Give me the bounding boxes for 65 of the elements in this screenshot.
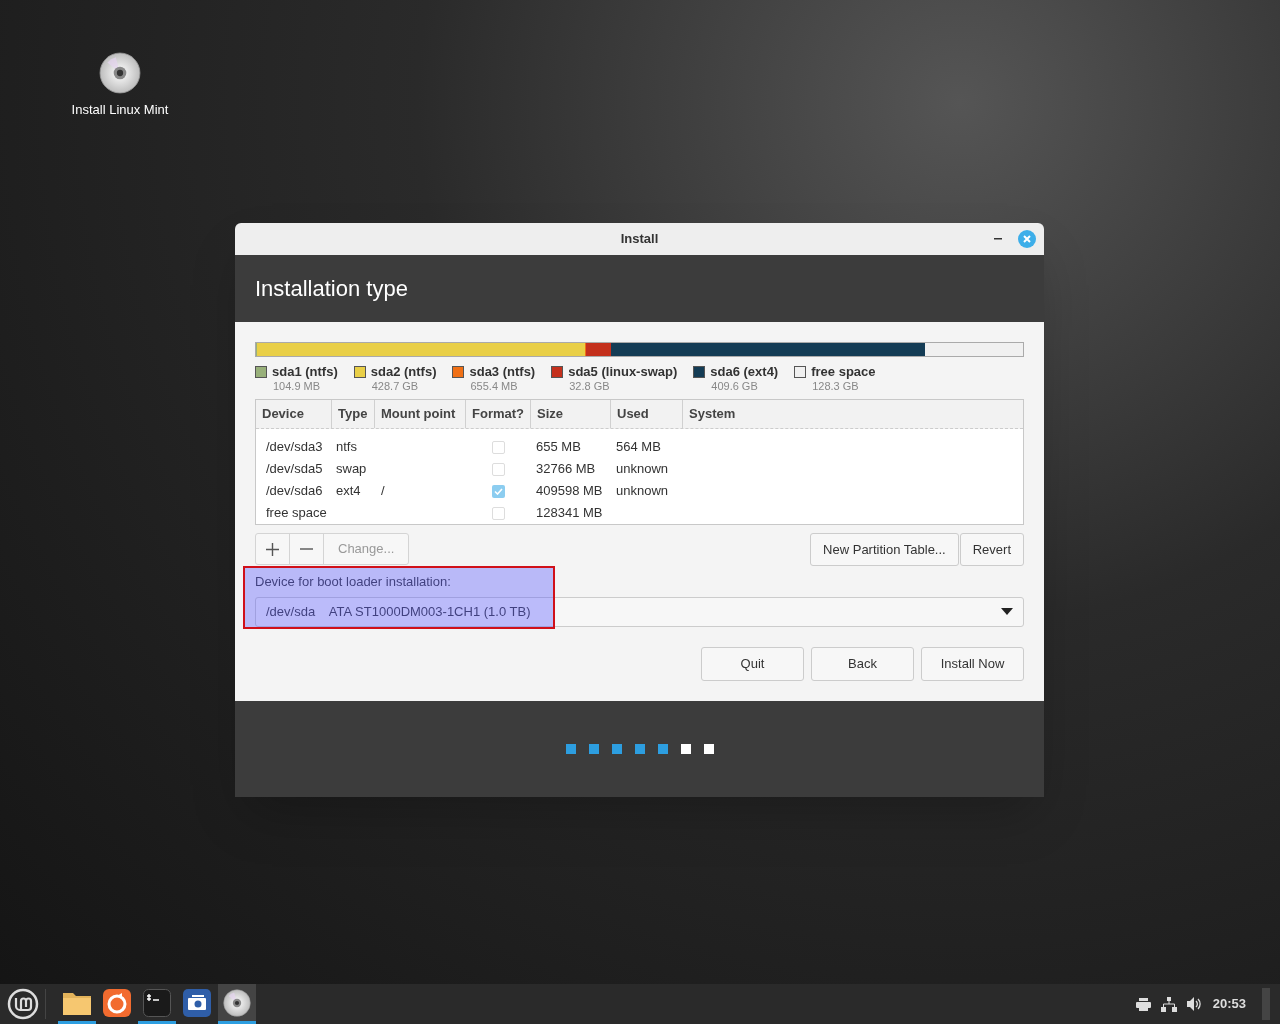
revert-button[interactable]: Revert — [959, 533, 1024, 566]
page-title: Installation type — [255, 275, 408, 303]
column-header[interactable]: Format? — [466, 400, 531, 428]
legend-label: sda1 (ntfs) — [272, 364, 338, 380]
boot-loader-label: Device for boot loader installation: — [255, 573, 452, 591]
table-cell-text: unknown — [615, 460, 670, 479]
menu-logo-icon[interactable] — [6, 988, 39, 1020]
disc-icon — [99, 52, 141, 94]
boot-loader-dropdown[interactable]: /dev/sda ATA ST1000DM003-1CH1 (1.0 TB) — [255, 596, 1024, 627]
format-checkbox[interactable] — [492, 484, 505, 498]
column-header[interactable]: System — [683, 400, 1023, 428]
table-cell-text: 564 MB — [615, 438, 662, 457]
terminal-icon[interactable] — [143, 988, 171, 1017]
dialog-button[interactable]: Quit — [701, 646, 804, 681]
minus-icon — [300, 548, 313, 550]
dialog-button[interactable]: Install Now — [921, 646, 1024, 681]
table-cell-text: swap — [335, 460, 368, 479]
table-cell-text: free space — [265, 504, 328, 523]
table-cell-text: /dev/sda5 — [265, 460, 324, 479]
disc-icon — [223, 988, 251, 1017]
format-checkbox[interactable] — [492, 506, 505, 520]
legend-size: 409.6 GB — [710, 380, 759, 393]
format-checkbox[interactable] — [492, 462, 505, 476]
column-header[interactable]: Used — [611, 400, 683, 428]
format-checkbox[interactable] — [492, 440, 505, 454]
column-header[interactable]: Size — [531, 400, 611, 428]
table-cell-text: 655 MB — [535, 438, 582, 457]
printer-icon[interactable] — [1135, 997, 1151, 1011]
table-cell-text: / — [380, 482, 386, 501]
column-header[interactable]: Mount point — [375, 400, 466, 428]
clock[interactable]: 20:53 — [1212, 994, 1246, 1014]
caret-icon — [1001, 608, 1013, 615]
minimize-icon[interactable] — [994, 238, 1002, 240]
table-cell-text: 32766 MB — [535, 460, 597, 479]
volume-icon[interactable] — [1186, 997, 1203, 1011]
legend-size: 128.3 GB — [811, 380, 860, 393]
browser-icon[interactable] — [103, 988, 131, 1017]
table-cell-text: 409598 MB — [535, 482, 604, 501]
legend-label: sda3 (ntfs) — [469, 364, 536, 380]
column-header[interactable]: Device — [256, 400, 332, 428]
legend-size: 428.7 GB — [370, 380, 420, 393]
legend-label: sda2 (ntfs) — [370, 364, 437, 380]
desktop-icon-label[interactable]: Install Linux Mint — [71, 100, 169, 120]
column-header[interactable]: Type — [332, 400, 375, 428]
table-cell-text: /dev/sda6 — [265, 482, 324, 501]
plus-icon — [266, 542, 279, 556]
new-partition-table-button[interactable]: New Partition Table... — [810, 533, 959, 566]
window-title: Install — [620, 230, 659, 249]
table-cell-text: ext4 — [335, 482, 362, 501]
legend-size: 655.4 MB — [469, 380, 519, 393]
legend-label: sda6 (ext4) — [710, 364, 779, 380]
dialog-button[interactable]: Back — [811, 646, 914, 681]
table-cell-text: /dev/sda3 — [265, 438, 324, 457]
network-icon[interactable] — [1160, 996, 1177, 1012]
legend-label: sda5 (linux-swap) — [568, 364, 678, 380]
legend-size: 32.8 GB — [568, 380, 611, 393]
dropdown-value: /dev/sda ATA ST1000DM003-1CH1 (1.0 TB) — [266, 602, 531, 621]
legend-size: 104.9 MB — [272, 380, 322, 393]
camera-icon[interactable] — [183, 988, 211, 1017]
legend-label: free space — [811, 364, 876, 380]
table-cell-text: unknown — [615, 482, 670, 501]
table-cell-text: 128341 MB — [535, 504, 604, 523]
table-cell-text: ntfs — [335, 438, 358, 457]
taskbar-item[interactable] — [218, 984, 256, 1024]
check-icon — [494, 487, 503, 495]
